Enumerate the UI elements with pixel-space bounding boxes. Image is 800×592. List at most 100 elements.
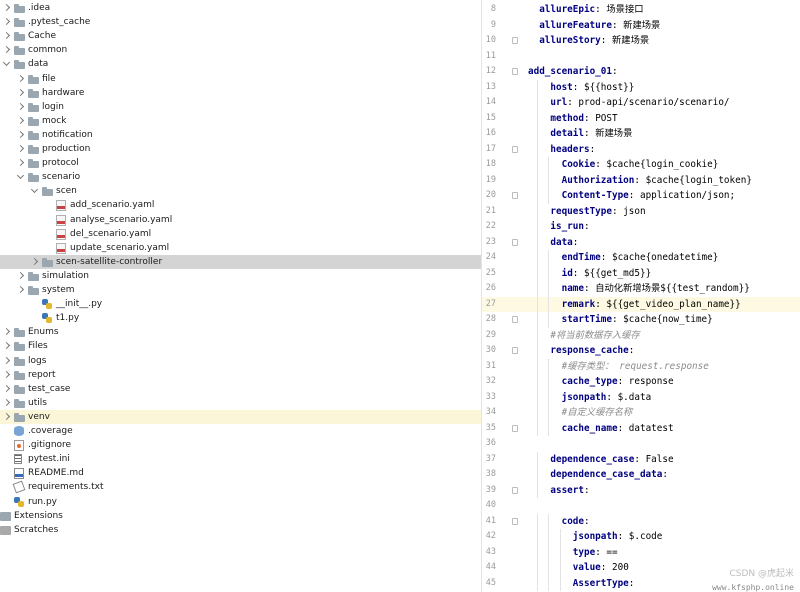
tree-item[interactable]: login: [0, 100, 481, 114]
tree-item[interactable]: .gitignore: [0, 438, 481, 452]
tree-item[interactable]: scen-satellite-controller: [0, 254, 481, 269]
tree-item[interactable]: requirements.txt: [0, 480, 481, 494]
tree-item[interactable]: update_scenario.yaml: [0, 241, 481, 255]
chevron-right-icon[interactable]: [30, 257, 39, 265]
code-line[interactable]: 38 dependence_case_data:: [482, 467, 800, 483]
chevron-right-icon[interactable]: [16, 88, 25, 96]
tree-item[interactable]: test_case: [0, 382, 481, 396]
chevron-right-icon[interactable]: [2, 412, 11, 420]
chevron-right-icon[interactable]: [16, 130, 25, 138]
tree-item[interactable]: mock: [0, 114, 481, 128]
tree-item[interactable]: system: [0, 283, 481, 297]
code-line[interactable]: 8 allureEpic: 场景接口: [482, 2, 800, 18]
tree-item[interactable]: utils: [0, 396, 481, 410]
tree-item[interactable]: common: [0, 43, 481, 57]
code-line[interactable]: 43 type: ==: [482, 544, 800, 560]
tree-item[interactable]: Scratches: [0, 523, 481, 537]
tree-item[interactable]: simulation: [0, 269, 481, 283]
code-line[interactable]: 17 headers:: [482, 141, 800, 157]
fold-marker-icon[interactable]: [512, 424, 518, 432]
tree-item[interactable]: analyse_scenario.yaml: [0, 213, 481, 227]
code-line[interactable]: 28 startTime: $cache{now_time}: [482, 312, 800, 328]
code-line[interactable]: 40: [482, 498, 800, 514]
chevron-right-icon[interactable]: [2, 18, 11, 26]
chevron-right-icon[interactable]: [16, 144, 25, 153]
tree-item[interactable]: Extensions: [0, 509, 481, 523]
tree-item[interactable]: logs: [0, 354, 481, 368]
tree-item[interactable]: run.py: [0, 495, 481, 509]
code-line[interactable]: 37 dependence_case: False: [482, 451, 800, 467]
chevron-right-icon[interactable]: [2, 398, 11, 406]
code-line[interactable]: 24 endTime: $cache{onedatetime}: [482, 250, 800, 266]
tree-item[interactable]: scenario: [0, 170, 481, 184]
fold-marker-icon[interactable]: [512, 145, 518, 153]
chevron-right-icon[interactable]: [2, 328, 11, 336]
chevron-right-icon[interactable]: [2, 384, 11, 392]
code-line[interactable]: 41 code:: [482, 513, 800, 529]
tree-item[interactable]: .pytest_cache: [0, 15, 481, 29]
chevron-down-icon[interactable]: [16, 172, 25, 180]
code-line[interactable]: 20 Content-Type: application/json;: [482, 188, 800, 204]
code-line[interactable]: 13 host: ${{host}}: [482, 79, 800, 95]
tree-item[interactable]: t1.py: [0, 311, 481, 325]
code-line[interactable]: 15 method: POST: [482, 110, 800, 126]
code-line[interactable]: 36: [482, 436, 800, 452]
chevron-right-icon[interactable]: [16, 102, 25, 110]
code-line[interactable]: 27 remark: ${{get_video_plan_name}}: [482, 296, 800, 312]
code-line[interactable]: 16 detail: 新建场景: [482, 126, 800, 142]
chevron-right-icon[interactable]: [16, 271, 25, 279]
code-line[interactable]: 9 allureFeature: 新建场景: [482, 18, 800, 34]
code-line[interactable]: 33 jsonpath: $.data: [482, 389, 800, 405]
chevron-right-icon[interactable]: [16, 116, 25, 124]
code-line[interactable]: 35 cache_name: datatest: [482, 420, 800, 436]
code-line[interactable]: 29 #将当前数据存入缓存: [482, 327, 800, 343]
tree-item[interactable]: __init__.py: [0, 297, 481, 311]
fold-marker-icon[interactable]: [512, 517, 518, 525]
tree-item[interactable]: file: [0, 72, 481, 86]
tree-item[interactable]: add_scenario.yaml: [0, 198, 481, 212]
code-line[interactable]: 34 #自定义缓存名称: [482, 405, 800, 421]
tree-item[interactable]: Cache: [0, 29, 481, 43]
tree-item[interactable]: Enums: [0, 325, 481, 339]
code-line[interactable]: 12 add_scenario_01:: [482, 64, 800, 80]
tree-item[interactable]: data: [0, 57, 481, 71]
chevron-down-icon[interactable]: [2, 59, 11, 67]
code-line[interactable]: 42 jsonpath: $.code: [482, 529, 800, 545]
tree-item[interactable]: scen: [0, 184, 481, 198]
code-line[interactable]: 23 data:: [482, 234, 800, 250]
chevron-right-icon[interactable]: [16, 159, 25, 167]
chevron-right-icon[interactable]: [2, 32, 11, 40]
chevron-right-icon[interactable]: [2, 46, 11, 54]
code-line[interactable]: 31 #缓存类型： request.response: [482, 358, 800, 374]
code-line[interactable]: 19 Authorization: $cache{login_token}: [482, 172, 800, 188]
code-line[interactable]: 26 name: 自动化新增场景${{test_random}}: [482, 281, 800, 297]
chevron-right-icon[interactable]: [16, 285, 25, 294]
fold-marker-icon[interactable]: [512, 238, 518, 246]
chevron-right-icon[interactable]: [2, 342, 11, 350]
fold-marker-icon[interactable]: [512, 68, 518, 75]
chevron-down-icon[interactable]: [30, 186, 39, 194]
code-line[interactable]: 32 cache_type: response: [482, 374, 800, 390]
tree-item[interactable]: venv: [0, 409, 481, 424]
fold-marker-icon[interactable]: [512, 316, 518, 323]
tree-item[interactable]: del_scenario.yaml: [0, 227, 481, 241]
chevron-right-icon[interactable]: [2, 3, 11, 12]
tree-item[interactable]: hardware: [0, 86, 481, 100]
code-editor[interactable]: 8 allureEpic: 场景接口 9 allureFeature: 新建场景 10 a…: [481, 0, 800, 592]
tree-item[interactable]: .coverage: [0, 424, 481, 438]
code-line[interactable]: 14 url: prod-api/scenario/scenario/: [482, 95, 800, 111]
chevron-right-icon[interactable]: [16, 74, 25, 82]
chevron-right-icon[interactable]: [2, 370, 11, 378]
tree-item[interactable]: notification: [0, 128, 481, 142]
tree-item[interactable]: .idea: [0, 1, 481, 15]
chevron-right-icon[interactable]: [2, 356, 11, 364]
fold-marker-icon[interactable]: [512, 486, 518, 494]
tree-item[interactable]: Files: [0, 339, 481, 353]
code-line[interactable]: 39 assert:: [482, 482, 800, 498]
tree-item[interactable]: protocol: [0, 156, 481, 170]
code-line[interactable]: 18 Cookie: $cache{login_cookie}: [482, 157, 800, 173]
code-line[interactable]: 11: [482, 49, 800, 65]
fold-marker-icon[interactable]: [512, 37, 518, 44]
tree-item[interactable]: report: [0, 368, 481, 382]
fold-marker-icon[interactable]: [512, 347, 518, 354]
